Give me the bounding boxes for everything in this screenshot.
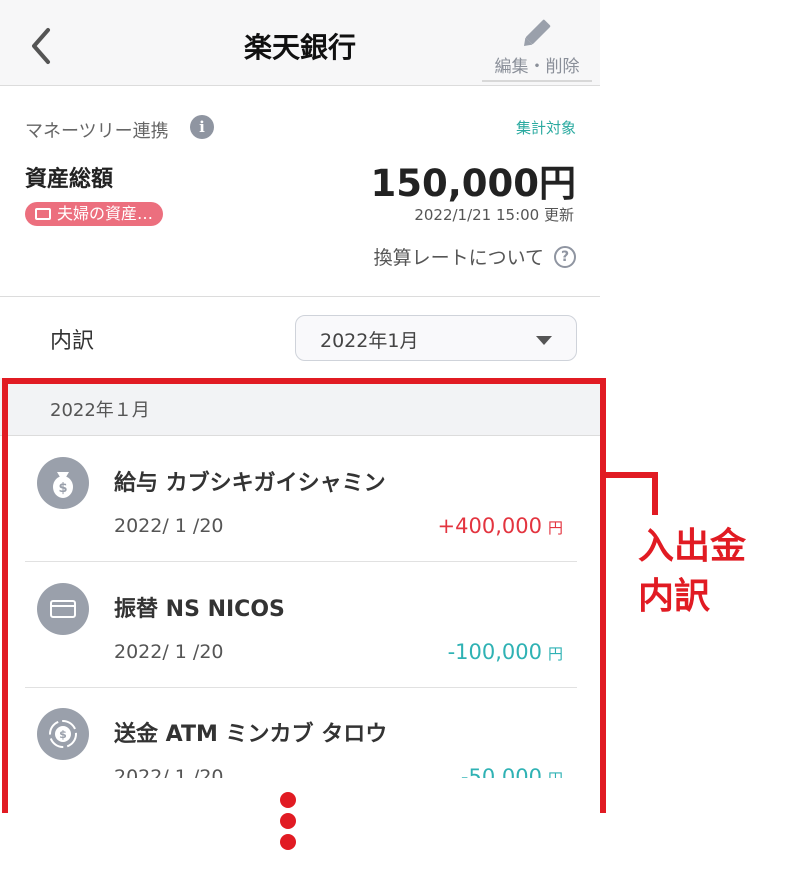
transfer-icon: $ [37, 708, 89, 760]
transaction-amount: +400,000 円 [438, 514, 563, 538]
more-indicator [280, 792, 298, 855]
exchange-rate-link[interactable]: 換算レートについて ? [374, 243, 576, 270]
group-tag-label: 夫婦の資産… [57, 204, 154, 223]
asset-summary: マネーツリー連携 i 集計対象 資産総額 150,000円 夫婦の資産… 202… [0, 87, 600, 297]
caret-down-icon [536, 336, 552, 345]
group-tag[interactable]: 夫婦の資産… [25, 202, 164, 226]
more-dot [280, 792, 296, 808]
amount-unit: 円 [548, 770, 563, 778]
transaction-list: 2022年１月 $ 給与 カブシキガイシャミン 2022/ 1 /20 +400… [0, 378, 600, 778]
transaction-date: 2022/ 1 /20 [114, 766, 224, 778]
money-bag-icon: $ [37, 457, 89, 509]
transaction-name: 送金 ATM ミンカブ タロウ [114, 722, 388, 747]
transaction-name: 給与 カブシキガイシャミン [114, 471, 386, 496]
total-assets-amount: 150,000円 [370, 162, 576, 205]
updated-timestamp: 2022/1/21 15:00 更新 [414, 206, 574, 224]
info-icon[interactable]: i [190, 115, 214, 139]
more-dot [280, 834, 296, 850]
top-bar: 楽天銀行 編集・削除 [0, 0, 600, 86]
transaction-name: 振替 NS NICOS [114, 597, 285, 622]
exchange-rate-label: 換算レートについて [373, 247, 544, 269]
transaction-row[interactable]: $ 送金 ATM ミンカブ タロウ 2022/ 1 /20 -50,000 円 [0, 688, 600, 778]
transaction-amount: -50,000 円 [461, 765, 563, 778]
app-screen: 楽天銀行 編集・削除 マネーツリー連携 i 集計対象 資産総額 150,000円… [0, 0, 600, 882]
amount-value: +400,000 [437, 514, 542, 538]
moneytree-label: マネーツリー連携 [25, 121, 169, 142]
callout-line-2: 内訳 [638, 576, 711, 617]
amount-unit: 円 [547, 645, 563, 663]
edit-delete-button[interactable]: 編集・削除 [482, 12, 592, 82]
transaction-row[interactable]: $ 給与 カブシキガイシャミン 2022/ 1 /20 +400,000 円 [0, 437, 600, 562]
row-divider [25, 561, 577, 562]
transaction-date: 2022/ 1 /20 [114, 515, 224, 537]
pencil-icon [523, 19, 551, 47]
card-icon [37, 583, 89, 635]
month-section-header: 2022年１月 [0, 378, 600, 436]
callout-label: 入出金 内訳 [638, 522, 746, 622]
more-dot [280, 813, 296, 829]
breakdown-row: 内訳 2022年1月 [0, 298, 600, 378]
amount-value: -100,000 [447, 640, 542, 664]
month-select[interactable]: 2022年1月 [295, 315, 577, 361]
help-icon: ? [554, 245, 576, 268]
transaction-date: 2022/ 1 /20 [114, 641, 224, 663]
transaction-amount: -100,000 円 [448, 640, 563, 664]
amount-unit: 円 [547, 519, 563, 537]
edit-delete-label: 編集・削除 [494, 57, 580, 77]
month-section-label: 2022年１月 [50, 400, 150, 421]
folder-icon [35, 208, 51, 220]
callout-connector [600, 472, 658, 515]
total-assets-label: 資産総額 [25, 167, 114, 192]
callout-line-1: 入出金 [638, 526, 747, 567]
target-link[interactable]: 集計対象 [516, 117, 576, 138]
amount-value: -50,000 [460, 765, 542, 778]
month-select-value: 2022年1月 [320, 330, 419, 352]
transaction-row[interactable]: 振替 NS NICOS 2022/ 1 /20 -100,000 円 [0, 563, 600, 688]
svg-text:$: $ [58, 481, 67, 496]
breakdown-label: 内訳 [50, 329, 95, 354]
svg-text:$: $ [59, 728, 67, 741]
